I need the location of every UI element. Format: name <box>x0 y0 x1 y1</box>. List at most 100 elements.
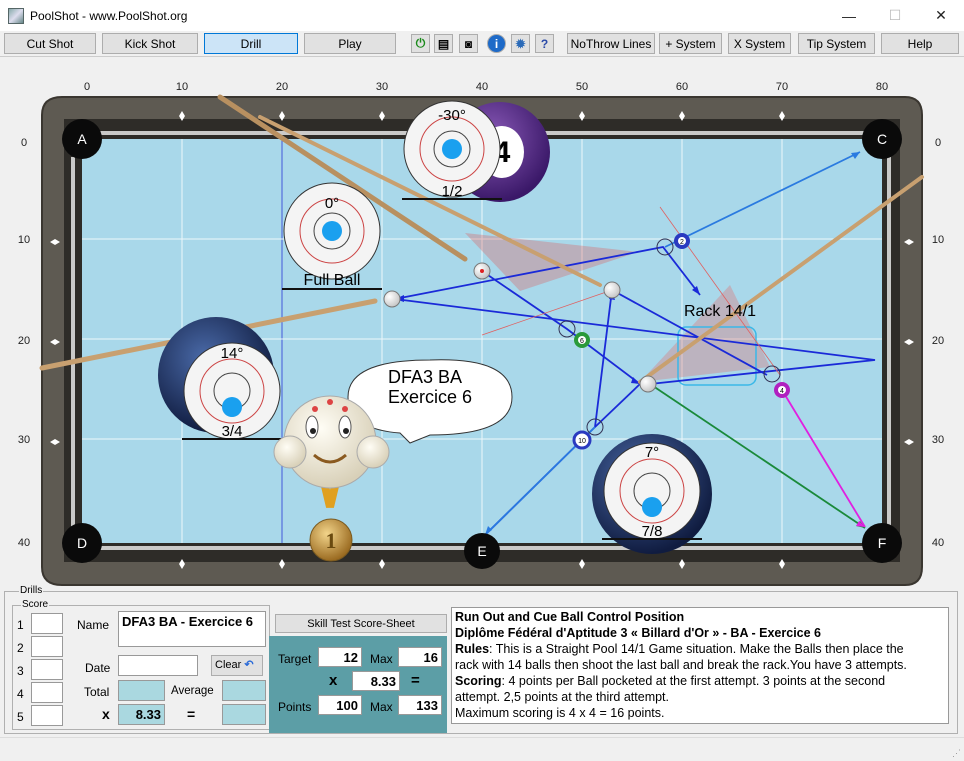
pocket-a[interactable]: A <box>62 119 102 159</box>
settings-gear-icon[interactable]: ✹ <box>511 34 530 53</box>
cut-shot-button[interactable]: Cut Shot <box>4 33 96 54</box>
print-icon[interactable]: ▤ <box>434 34 453 53</box>
clear-button[interactable]: Clear ↶ <box>211 655 263 676</box>
score-input-4[interactable] <box>31 682 63 703</box>
svg-text:-30°: -30° <box>438 107 466 124</box>
x-tick: 10 <box>176 81 188 93</box>
svg-text:10: 10 <box>578 438 586 445</box>
score-row-number: 2 <box>17 641 24 655</box>
date-label: Date <box>85 661 111 675</box>
clear-label: Clear <box>215 659 242 671</box>
window-title: PoolShot - www.PoolShot.org <box>30 8 188 23</box>
svg-text:F: F <box>878 535 887 551</box>
cue-ball[interactable] <box>639 375 657 393</box>
pool-table-area[interactable]: 0 10 20 30 40 50 60 70 80 0 10 20 30 40 … <box>0 56 964 590</box>
x-tick: 20 <box>276 81 288 93</box>
target-field[interactable]: 12 <box>318 647 362 667</box>
svg-text:4: 4 <box>780 388 784 395</box>
name-field[interactable]: DFA3 BA - Exercice 6 <box>118 611 266 647</box>
score-row-number: 1 <box>17 618 24 632</box>
x-tick: 50 <box>576 81 588 93</box>
ball-4[interactable]: 4 <box>774 382 790 398</box>
pocket-c[interactable]: C <box>862 119 902 159</box>
ball-2[interactable]: 2 <box>674 233 690 249</box>
power-icon[interactable]: ⏻ <box>411 34 430 53</box>
ball-6[interactable]: 6 <box>574 332 590 348</box>
y-tick-right: 40 <box>932 537 944 549</box>
svg-text:0°: 0° <box>325 195 339 212</box>
svg-text:E: E <box>477 543 486 559</box>
y-tick-left: 30 <box>18 434 30 446</box>
drill-button[interactable]: Drill <box>204 33 298 54</box>
pocket-e[interactable]: E <box>464 533 500 569</box>
max-field[interactable]: 16 <box>398 647 442 667</box>
plus-system-button[interactable]: + System <box>659 33 722 54</box>
tip-system-button[interactable]: Tip System <box>798 33 875 54</box>
multiply-label: x <box>329 672 338 689</box>
play-button[interactable]: Play <box>304 33 396 54</box>
maximize-button[interactable]: ☐ <box>872 0 918 31</box>
x-system-button[interactable]: X System <box>728 33 791 54</box>
score-input-5[interactable] <box>31 705 63 726</box>
scoring-text: : 4 points per Ball pocketed at the firs… <box>455 674 886 704</box>
help-button[interactable]: Help <box>881 33 959 54</box>
score-input-1[interactable] <box>31 613 63 634</box>
svg-text:14°: 14° <box>221 345 244 362</box>
svg-text:2: 2 <box>680 239 684 246</box>
status-bar: ⋰ <box>0 737 964 761</box>
cue-ball[interactable] <box>383 290 401 308</box>
svg-text:1: 1 <box>326 528 337 553</box>
score-row-number: 4 <box>17 687 24 701</box>
points-max-field: 133 <box>398 695 442 715</box>
x-tick: 60 <box>676 81 688 93</box>
resize-grip-icon[interactable]: ⋰ <box>952 748 961 759</box>
score-row-number: 5 <box>17 710 24 724</box>
ball-10[interactable]: 10 <box>572 430 592 450</box>
scoring-paragraph: Scoring: 4 points per Ball pocketed at t… <box>455 673 945 705</box>
x-tick: 80 <box>876 81 888 93</box>
name-label: Name <box>77 618 110 632</box>
average-label: Average <box>171 685 214 697</box>
score-input-3[interactable] <box>31 659 63 680</box>
medal: 1 <box>309 518 353 562</box>
close-button[interactable]: ✕ <box>918 0 964 31</box>
pocket-d[interactable]: D <box>62 523 102 563</box>
pocket-f[interactable]: F <box>862 523 902 563</box>
x-tick: 70 <box>776 81 788 93</box>
toolbar: Cut Shot Kick Shot Drill Play ⏻ ▤ ◙ i ✹ … <box>0 31 964 56</box>
title-bar: PoolShot - www.PoolShot.org — ☐ ✕ <box>0 0 964 31</box>
help-doc-icon[interactable]: ? <box>535 34 554 53</box>
x-tick: 40 <box>476 81 488 93</box>
score-input-2[interactable] <box>31 636 63 657</box>
multiplier-field: 8.33 <box>118 704 165 725</box>
total-label: Total <box>84 685 110 699</box>
camera-icon[interactable]: ◙ <box>459 34 478 53</box>
cue-ball[interactable] <box>603 281 621 299</box>
scoring-label: Scoring <box>455 674 502 688</box>
drills-legend: Drills <box>19 585 44 596</box>
minimize-button[interactable]: — <box>826 0 872 31</box>
x-tick: 0 <box>84 81 90 93</box>
svg-text:3/4: 3/4 <box>222 423 243 440</box>
no-throw-lines-button[interactable]: NoThrow Lines <box>567 33 655 54</box>
svg-text:Exercice 6: Exercice 6 <box>388 387 472 407</box>
rules-label: Rules <box>455 642 490 656</box>
rules-textbox[interactable]: Run Out and Cue Ball Control Position Di… <box>451 607 949 724</box>
max-label: Max <box>370 652 393 666</box>
info-icon[interactable]: i <box>487 34 506 53</box>
kick-shot-button[interactable]: Kick Shot <box>102 33 198 54</box>
rules-paragraph: Rules: This is a Straight Pool 14/1 Game… <box>455 641 945 673</box>
y-tick-left: 40 <box>18 537 30 549</box>
result-field <box>222 704 266 725</box>
points-label: Points <box>278 700 312 714</box>
date-field[interactable] <box>118 655 198 676</box>
rules-text: : This is a Straight Pool 14/1 Game situ… <box>455 642 907 672</box>
rack-label: Rack 14/1 <box>684 303 756 320</box>
svg-text:C: C <box>877 131 887 147</box>
app-icon <box>8 7 24 24</box>
points-field: 100 <box>318 695 362 715</box>
y-tick-right: 10 <box>932 234 944 246</box>
svg-text:7/8: 7/8 <box>642 523 663 540</box>
skill-test-score-sheet-button[interactable]: Skill Test Score-Sheet <box>275 614 447 633</box>
svg-text:D: D <box>77 535 87 551</box>
